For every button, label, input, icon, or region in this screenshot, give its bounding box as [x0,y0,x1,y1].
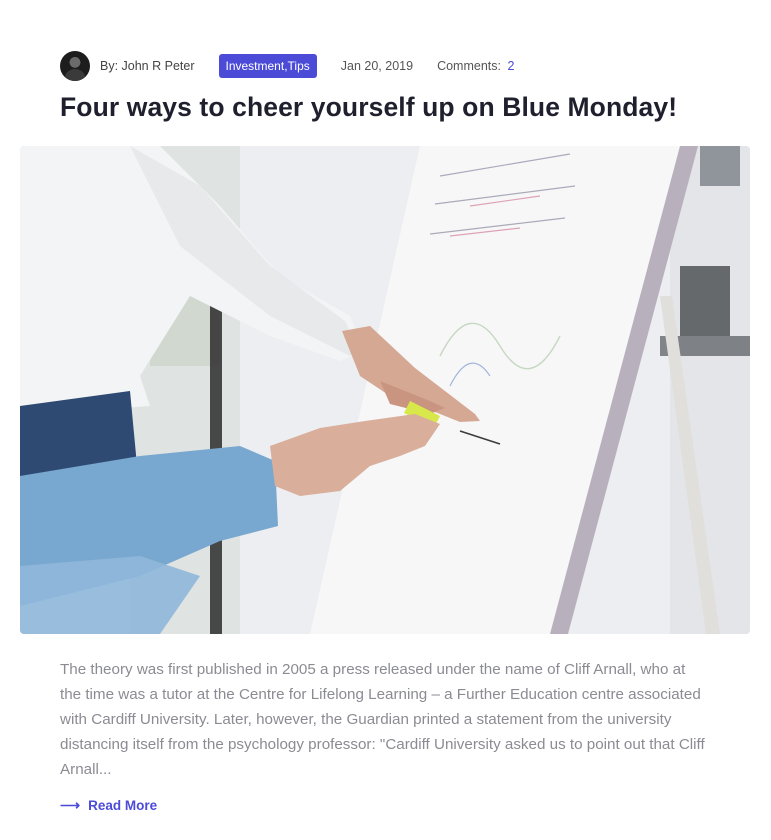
comments-info: Comments: 2 [437,59,514,73]
post-title[interactable]: Four ways to cheer yourself up on Blue M… [60,92,740,123]
post-meta: By: John R Peter Investment , Tips Jan 2… [60,50,514,82]
post-featured-image[interactable] [20,146,750,634]
category-badge: Investment , Tips [218,54,317,78]
post-excerpt: The theory was first published in 2005 a… [60,661,705,778]
post-date: Jan 20, 2019 [340,59,414,73]
category-link-tips[interactable]: Tips [288,59,310,73]
read-more-link[interactable]: ⟶ Read More [60,797,157,814]
comments-label: Comments: [437,59,501,73]
author-avatar[interactable] [60,51,90,81]
category-link-investment[interactable]: Investment [226,59,285,73]
comments-count-link[interactable]: 2 [507,59,514,73]
read-more-label: Read More [88,798,158,813]
arrow-right-icon: ⟶ [60,797,81,813]
author-name[interactable]: By: John R Peter [100,59,195,73]
whiteboard-photo [20,146,750,634]
